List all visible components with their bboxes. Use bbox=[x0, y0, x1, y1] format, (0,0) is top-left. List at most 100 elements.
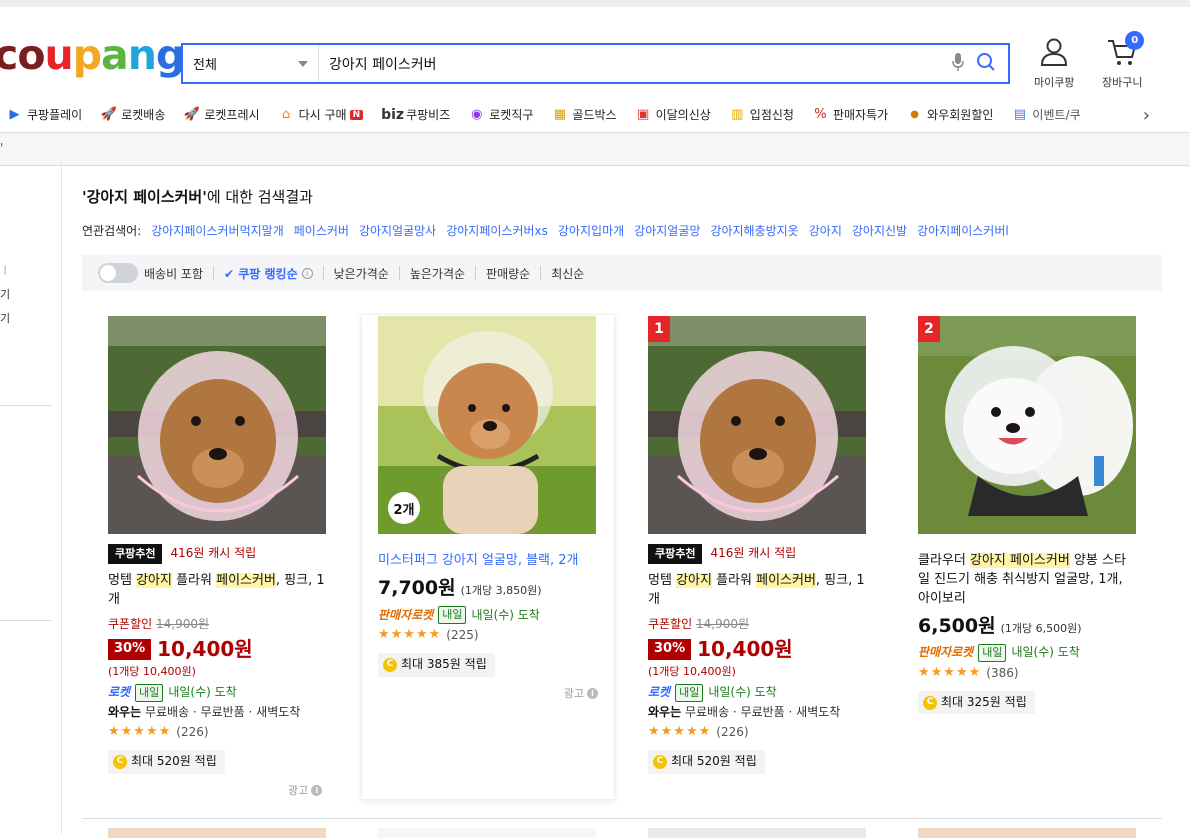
nav-item-coupangplay[interactable]: ▶ 쿠팡플레이 bbox=[6, 106, 83, 123]
search-bar: 전체 bbox=[181, 43, 1010, 84]
related-link[interactable]: 페이스커버 bbox=[294, 222, 349, 239]
ad-label[interactable]: 광고 i bbox=[288, 782, 323, 798]
product-name[interactable]: 클라우더 강아지 페이스커버 양봉 스타일 진드기 해충 취식방지 얼굴망, 1… bbox=[918, 552, 1136, 609]
rank-badge: 2 bbox=[918, 316, 940, 342]
unit-price: (1개당 3,850원) bbox=[460, 583, 542, 597]
rocket-badge: 로켓 bbox=[648, 685, 671, 700]
product-card[interactable]: 2개 미스터퍼그 강아지 얼굴망, 블랙, 2개 7,700원 (1개당 3,85… bbox=[361, 314, 615, 800]
cash-reward: 416원 캐시 적립 bbox=[710, 546, 797, 561]
nav-item-wow-discount[interactable]: ● 와우회원할인 bbox=[906, 106, 993, 123]
related-searches: 연관검색어: 강아지페이스커버먹지말개 페이스커버 강아지얼굴망사 강아지페이스… bbox=[82, 222, 1009, 239]
search-category-label: 전체 bbox=[193, 58, 217, 73]
user-icon bbox=[1041, 38, 1068, 66]
sort-sales[interactable]: 판매량순 bbox=[486, 265, 530, 282]
price: 10,400원 bbox=[697, 637, 793, 662]
nav-item-new-arrivals[interactable]: ▣ 이달의신상 bbox=[635, 106, 711, 123]
related-link[interactable]: 강아지페이스커버먹지말개 bbox=[151, 222, 283, 239]
sidebar-item[interactable]: 기 bbox=[0, 310, 10, 326]
product-image[interactable]: 2 bbox=[918, 316, 1136, 534]
product-image[interactable] bbox=[108, 316, 326, 534]
pack-count-badge: 2개 bbox=[388, 492, 420, 524]
cart-count-badge: 0 bbox=[1125, 31, 1145, 50]
price: 10,400원 bbox=[157, 637, 253, 662]
related-link[interactable]: 강아지얼굴망 bbox=[634, 222, 700, 239]
mycoupang-button[interactable]: 마이쿠팡 bbox=[1034, 37, 1074, 90]
product-name[interactable]: 멍템 강아지 플라워 페이스커버, 핑크, 1개 bbox=[108, 572, 326, 610]
product-card[interactable]: 쿠팡추천 416원 캐시 적립 멍템 강아지 플라워 페이스커버, 핑크, 1개 … bbox=[108, 316, 362, 774]
coin-icon: C bbox=[113, 754, 127, 769]
related-link[interactable]: 강아지페이스커버l bbox=[917, 222, 1009, 239]
star-rating-icon: ★★★★★ bbox=[918, 665, 982, 681]
mycoupang-label: 마이쿠팡 bbox=[1034, 76, 1075, 89]
product-name[interactable]: 멍템 강아지 플라워 페이스커버, 핑크, 1개 bbox=[648, 572, 866, 610]
product-image[interactable] bbox=[918, 828, 1136, 838]
related-link[interactable]: 강아지입마개 bbox=[558, 222, 624, 239]
rating: ★★★★★ (386) bbox=[918, 664, 1172, 683]
delivery-info: 로켓 내일 내일(수) 도착 bbox=[648, 683, 902, 702]
delivery-info: 판매자로켓 내일 내일(수) 도착 bbox=[918, 644, 1172, 663]
seller-rocket-badge: 판매자로켓 bbox=[918, 645, 974, 660]
delivery-info: 로켓 내일 내일(수) 도착 bbox=[108, 683, 362, 702]
sidebar-item[interactable]: 기 bbox=[0, 286, 10, 302]
review-count: (226) bbox=[176, 725, 209, 739]
search-input[interactable] bbox=[319, 45, 952, 82]
price: 7,700원 bbox=[378, 576, 456, 599]
microphone-icon[interactable] bbox=[952, 52, 964, 76]
coupang-logo[interactable]: coupang bbox=[0, 35, 185, 76]
info-icon: i bbox=[311, 784, 323, 796]
shipping-fee-label: 배송비 포함 bbox=[144, 266, 204, 281]
nav-item-coupang-biz[interactable]: biz 쿠팡비즈 bbox=[381, 106, 450, 123]
rank-badge: 1 bbox=[648, 316, 670, 342]
wow-benefits: 와우는 무료배송 · 무료반품 · 새벽도착 bbox=[108, 704, 301, 719]
related-link[interactable]: 강아지페이스커버xs bbox=[446, 222, 548, 239]
sort-low-price[interactable]: 낮은가격순 bbox=[334, 265, 389, 282]
product-image[interactable]: 2개 bbox=[378, 316, 596, 534]
wow-benefits: 와우는 무료배송 · 무료반품 · 새벽도착 bbox=[648, 704, 841, 719]
related-link[interactable]: 강아지신발 bbox=[852, 222, 907, 239]
related-link[interactable]: 강아지해충방지옷 bbox=[710, 222, 798, 239]
product-image[interactable] bbox=[108, 828, 326, 838]
product-name[interactable]: 미스터퍼그 강아지 얼굴망, 블랙, 2개 bbox=[378, 552, 596, 571]
percent-icon: % bbox=[814, 107, 827, 122]
product-image[interactable]: 1 bbox=[648, 316, 866, 534]
nav-item-store-apply[interactable]: ▥ 입점신청 bbox=[729, 106, 794, 123]
cash-reward: 416원 캐시 적립 bbox=[170, 546, 257, 561]
rating: ★★★★★ (225) bbox=[378, 626, 614, 645]
top-strip bbox=[0, 0, 1190, 7]
nav-item-event[interactable]: ▤ 이벤트/쿠 bbox=[1011, 106, 1081, 123]
related-link[interactable]: 강아지 bbox=[809, 222, 842, 239]
store-icon: ▥ bbox=[731, 107, 744, 122]
home-icon: ⌂ bbox=[281, 107, 291, 122]
new-bag-icon: ▣ bbox=[636, 107, 650, 122]
shipping-fee-toggle[interactable] bbox=[98, 263, 138, 283]
sort-newest[interactable]: 최신순 bbox=[551, 265, 584, 282]
results-title: '강아지 페이스커버'에 대한 검색결과 bbox=[82, 188, 313, 206]
star-rating-icon: ★★★★★ bbox=[378, 627, 442, 643]
sort-ranking[interactable]: ✔ 쿠팡 랭킹순 bbox=[224, 265, 298, 282]
nav-item-rocket-global[interactable]: ◉ 로켓직구 bbox=[468, 106, 533, 123]
product-card[interactable]: 1 쿠팡추천 416원 캐시 적립 멍템 강아지 플라워 페이스커버, 핑크, 1… bbox=[648, 316, 902, 774]
search-category-select[interactable]: 전체 bbox=[183, 45, 319, 82]
product-card[interactable]: 2 클라우더 강아지 페이스커버 양봉 스타일 진드기 해충 취식방지 얼굴망,… bbox=[918, 316, 1172, 715]
related-link[interactable]: 강아지얼굴망사 bbox=[359, 222, 436, 239]
nav-item-rocket-fresh[interactable]: 🚀 로켓프레시 bbox=[183, 106, 260, 123]
chevron-right-icon[interactable]: › bbox=[1143, 105, 1150, 126]
nav-item-rocket-delivery[interactable]: 🚀 로켓배송 bbox=[100, 106, 166, 123]
sidebar-item[interactable]: ㅣ bbox=[0, 262, 10, 278]
product-image[interactable] bbox=[648, 828, 866, 838]
coin-icon: C bbox=[923, 695, 937, 710]
nav-item-goldbox[interactable]: ▦ 골드박스 bbox=[551, 106, 617, 123]
related-label: 연관검색어: bbox=[82, 224, 142, 238]
product-image[interactable] bbox=[378, 828, 596, 838]
search-icon[interactable] bbox=[976, 52, 996, 76]
nav-item-rebuy[interactable]: ⌂ 다시 구매 N bbox=[278, 106, 364, 123]
price: 6,500원 bbox=[918, 614, 996, 637]
sort-high-price[interactable]: 높은가격순 bbox=[410, 265, 465, 282]
coupon-discount: 쿠폰할인 14,900원 bbox=[108, 616, 210, 631]
cart-button[interactable]: 0 장바구니 bbox=[1102, 31, 1145, 90]
wow-icon: ● bbox=[910, 109, 920, 120]
info-icon[interactable]: i bbox=[301, 267, 313, 279]
header: coupang 전체 마이쿠팡 0 장바구니 bbox=[0, 7, 1190, 97]
ad-label[interactable]: 광고 i bbox=[564, 685, 598, 701]
nav-item-seller-deals[interactable]: % 판매자특가 bbox=[812, 106, 888, 123]
